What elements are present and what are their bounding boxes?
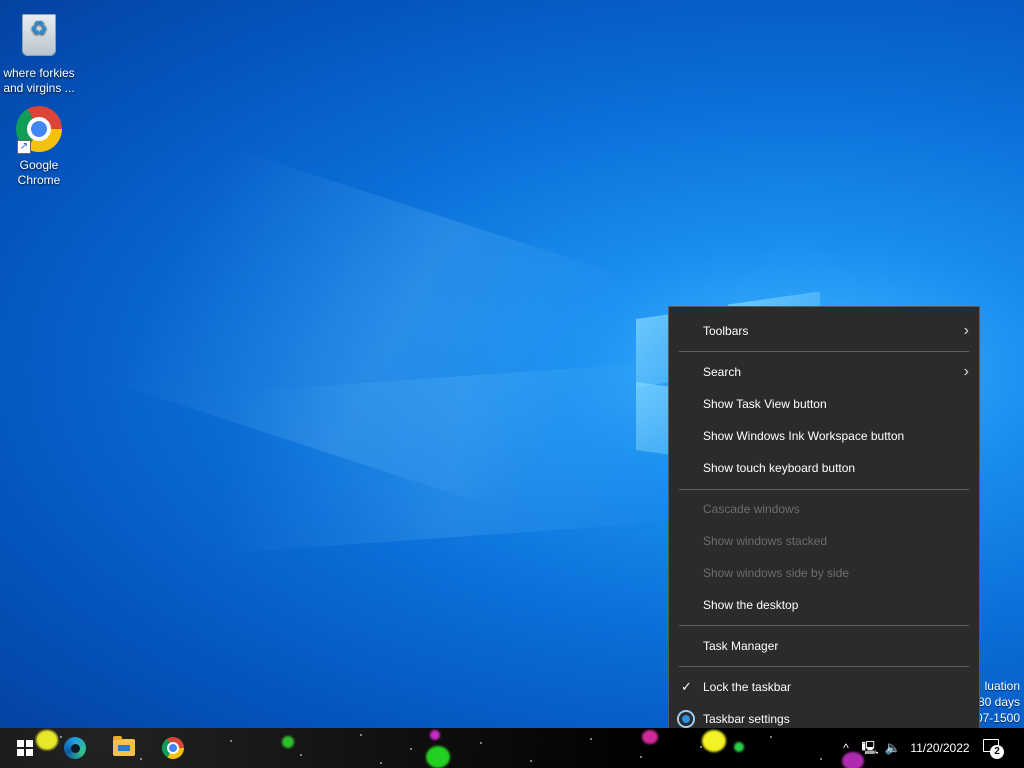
decorative-blob — [702, 730, 726, 752]
start-button[interactable] — [0, 728, 48, 768]
show-hidden-icons-button[interactable]: ^ — [838, 728, 854, 768]
action-center-button[interactable]: 2 — [980, 736, 1006, 760]
edge-icon — [64, 737, 86, 759]
menu-item-show-touch-keyboard[interactable]: Show touch keyboard button — [669, 452, 979, 484]
menu-item-show-desktop[interactable]: Show the desktop — [669, 589, 979, 621]
recycle-bin-icon — [22, 14, 56, 56]
desktop-icon-label: Google Chrome — [17, 158, 61, 187]
menu-item-lock-taskbar[interactable]: ✓ Lock the taskbar — [669, 671, 979, 703]
menu-item-cascade-windows: Cascade windows — [703, 502, 800, 516]
volume-button[interactable]: 🔈 — [883, 728, 903, 768]
menu-item-search[interactable]: Search › — [669, 356, 979, 388]
taskbar-context-menu: Toolbars › Search › Show Task View butto… — [668, 306, 980, 742]
chevron-right-icon: › — [963, 322, 969, 339]
desktop-icon-recycle-bin[interactable]: where forkies and virgins ... — [1, 6, 77, 96]
checkmark-icon: ✓ — [681, 679, 692, 694]
evaluation-watermark: luation 80 days 07-1500 — [975, 679, 1020, 725]
chevron-right-icon: › — [963, 363, 969, 380]
menu-item-toolbars[interactable]: Toolbars › — [669, 315, 979, 347]
menu-separator — [679, 489, 969, 490]
taskbar: ^ 🖳 🔈 11/20/2022 2 — [0, 728, 1024, 768]
desktop-icon-google-chrome[interactable]: ↗ Google Chrome — [1, 106, 77, 188]
menu-item-show-task-view[interactable]: Show Task View button — [669, 388, 979, 420]
network-button[interactable]: 🖳 — [860, 728, 880, 768]
windows-start-icon — [17, 740, 33, 756]
decorative-blob — [642, 730, 658, 744]
menu-item-task-manager[interactable]: Task Manager — [669, 630, 979, 662]
taskbar-edge-button[interactable] — [50, 728, 98, 768]
taskbar-chrome-button[interactable] — [149, 728, 197, 768]
menu-separator — [679, 625, 969, 626]
taskbar-file-explorer-button[interactable] — [100, 728, 148, 768]
menu-item-show-windows-side-by-side: Show windows side by side — [703, 566, 850, 580]
decorative-blob — [282, 736, 294, 748]
desktop-icon-label: where forkies and virgins ... — [3, 66, 75, 95]
menu-separator — [679, 666, 969, 667]
notification-count-badge: 2 — [990, 745, 1004, 759]
chrome-icon — [162, 737, 184, 759]
decorative-blob — [734, 742, 744, 752]
shortcut-arrow-icon: ↗ — [17, 140, 31, 154]
decorative-blob — [426, 746, 450, 768]
decorative-blob — [430, 730, 440, 740]
gear-icon — [679, 712, 693, 726]
taskbar-clock[interactable]: 11/20/2022 — [906, 728, 974, 768]
network-icon: 🖳 — [861, 740, 879, 755]
menu-separator — [679, 351, 969, 352]
volume-muted-icon: 🔈 — [884, 740, 902, 755]
menu-item-show-ink-workspace[interactable]: Show Windows Ink Workspace button — [669, 420, 979, 452]
menu-item-show-windows-stacked: Show windows stacked — [703, 534, 828, 548]
chevron-up-icon: ^ — [843, 741, 849, 755]
file-explorer-icon — [113, 736, 135, 756]
